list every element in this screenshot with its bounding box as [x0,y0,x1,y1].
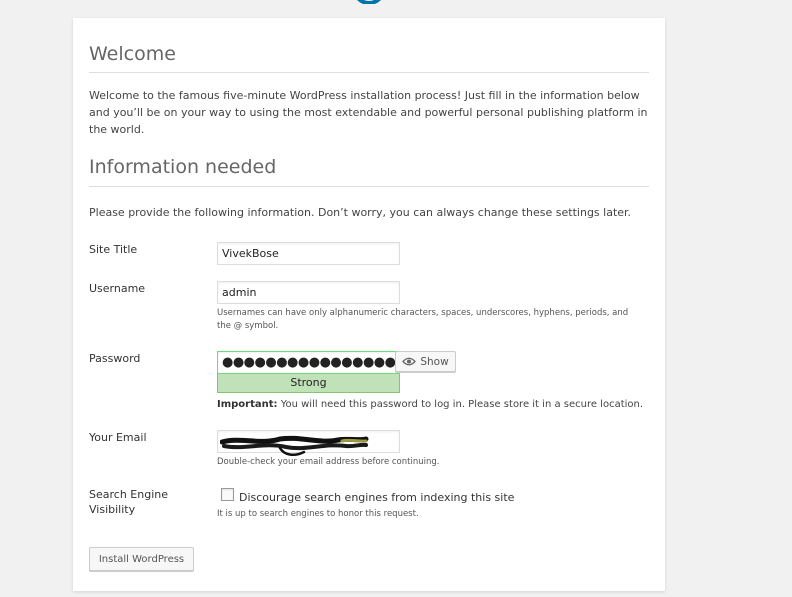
email-label: Your Email [89,431,147,444]
password-input[interactable]: ●●●●●●●●●●●●●●●●●● [217,351,418,374]
site-title-input[interactable]: VivekBose [217,242,400,265]
welcome-heading: Welcome [89,43,176,65]
username-label: Username [89,282,146,295]
important-text: You will need this password to log in. P… [277,399,644,410]
setup-card: Welcome Welcome to the famous five-minut… [73,18,665,591]
email-description: Double-check your email address before c… [217,457,440,467]
info-text: Please provide the following information… [89,206,632,219]
show-password-label: Show [420,355,449,368]
welcome-text: Welcome to the famous five-minute WordPr… [89,89,648,136]
info-heading: Information needed [89,156,277,178]
username-description: Usernames can have only alphanumeric cha… [217,308,629,331]
show-password-button[interactable]: Show [395,351,456,372]
wordpress-logo [352,0,386,4]
discourage-search-label[interactable]: Discourage search engines from indexing … [239,491,514,504]
password-strength-meter: Strong [217,374,400,393]
site-title-label: Site Title [89,243,138,256]
important-label: Important: [217,399,278,410]
visibility-description: It is up to search engines to honor this… [217,509,419,519]
welcome-divider [89,72,649,73]
info-divider [89,186,649,187]
discourage-search-checkbox[interactable] [221,488,234,501]
password-important-note: Important: You will need this password t… [217,399,643,410]
visibility-label: Search Engine Visibility [89,488,168,516]
username-input[interactable]: admin [217,281,400,304]
install-wordpress-button[interactable]: Install WordPress [89,547,194,571]
eye-icon [402,357,417,366]
password-label: Password [89,352,141,365]
